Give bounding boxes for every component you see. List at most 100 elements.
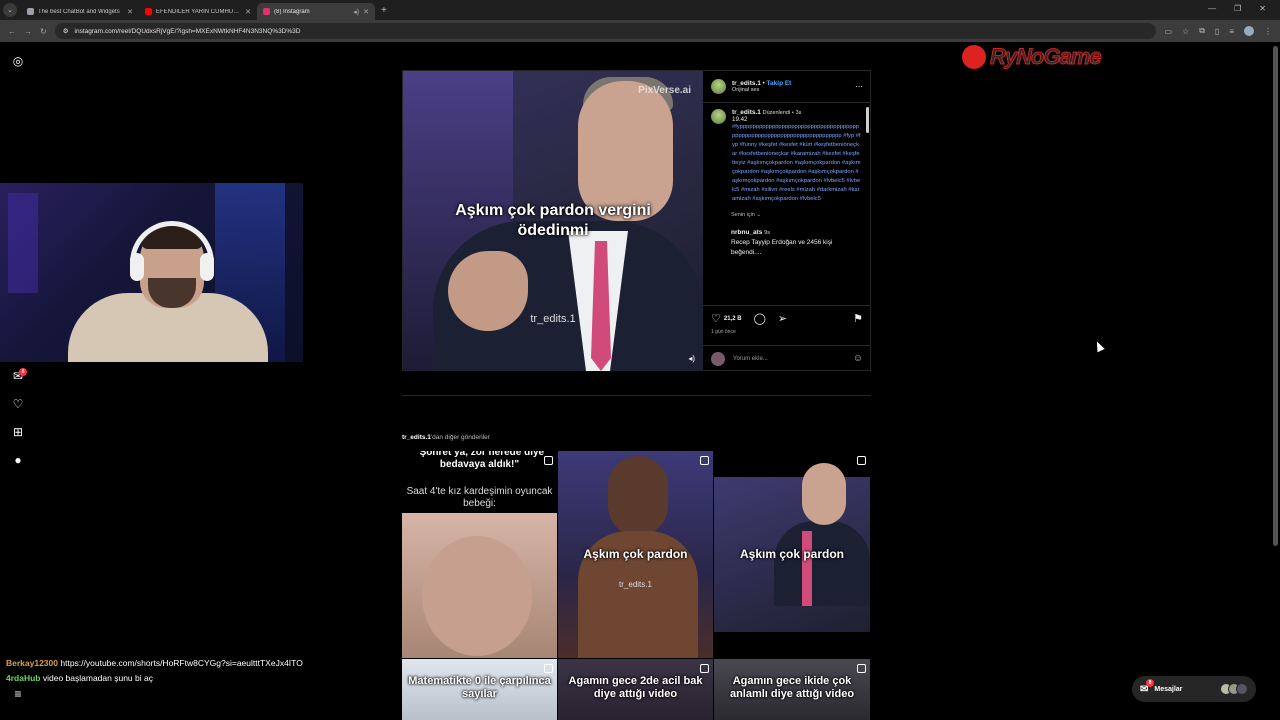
chat-username: 4rdaHub [6,673,41,683]
reel-icon [700,456,709,465]
pixverse-watermark: PixVerse.ai [638,85,691,96]
chat-username: Berkay12300 [6,658,58,668]
caption-hashtags[interactable]: #fyppppppppppppppppppppppppppppppppppppp… [732,123,861,204]
comment-input[interactable]: Yorum ekle... [733,356,768,362]
reel-video[interactable]: PixVerse.ai Aşkım çok pardon vergini öde… [403,71,703,371]
forward-icon[interactable]: → [24,27,32,36]
more-options-icon[interactable]: ⋯ [855,82,863,91]
comment-icon[interactable]: ◯ [754,312,766,325]
create-icon[interactable]: ⊞ [11,425,25,439]
save-bookmark-icon[interactable]: ⚑ [853,312,863,325]
more-posts-heading: tr_edits.1'dan diğer gönderiler [402,434,490,441]
tab-favicon [27,8,34,15]
comment-username[interactable]: nrbnu_ats [731,229,762,236]
new-tab-button[interactable]: + [381,5,387,16]
messages-button[interactable]: ✉ 8 Mesajlar [1132,676,1256,702]
bookmark-star-icon[interactable]: ☆ [1182,27,1189,36]
grid-tile[interactable]: Agamın gece ikide çok anlamlı diye attığ… [714,659,870,720]
stream-chat: Berkay12300 https://youtube.com/shorts/H… [6,656,303,686]
author-avatar[interactable] [711,109,726,124]
tab-favicon [145,8,152,15]
reel-icon [857,456,866,465]
caption-username[interactable]: tr_edits.1 [732,109,761,116]
comment-input-row: Yorum ekle... ☺ [703,345,871,371]
comments-scrollbar[interactable] [866,107,869,133]
browser-tab-bar: ⌄ The best ChatBot and Widgets ✕ EFENDİL… [0,0,1280,20]
tab-search-button[interactable]: ⌄ [3,3,17,17]
grid-tile[interactable]: Aşkım çok pardon tr_edits.1 [558,451,713,658]
mouse-cursor-icon [1093,339,1105,353]
reload-icon[interactable]: ↻ [40,27,47,36]
grid-tile[interactable]: Matematikte 0 ile çarpılınca sayılar [402,659,557,720]
tab-favicon [263,8,270,15]
tile-watermark: tr_edits.1 [619,580,652,589]
webcam-overlay [0,183,303,362]
tile-text: Saat 4'te kız kardeşimin oyuncak bebeği: [406,486,553,509]
comment-text: Recep Tayyip Erdoğan ve 2456 kişi beğend… [731,239,833,256]
browser-tab-1[interactable]: The best ChatBot and Widgets ✕ [21,3,139,20]
author-username[interactable]: tr_edits.1 [732,80,761,87]
chat-message: 4rdaHub video başlamadan şunu bi aç [6,671,303,686]
tile-caption: Matematikte 0 ile çarpılınca sayılar [408,675,551,700]
instagram-logo-icon[interactable]: ◎ [11,54,25,68]
tab-close-icon[interactable]: ✕ [363,8,369,16]
sidebar-icon[interactable]: ▯ [1215,27,1219,36]
share-icon[interactable]: ➢ [778,312,787,325]
page-scrollbar[interactable] [1273,46,1278,546]
address-bar: ← → ↻ ⚙ instagram.com/reel/DQUdxsRjVgE/?… [0,20,1280,42]
site-info-icon[interactable]: ⚙ [63,27,69,35]
edited-time: 3s [795,110,802,116]
grid-tile[interactable]: "Şöhret ya, zor nerede diye bedavaya ald… [402,451,557,658]
comment-time: 9s [764,230,771,236]
tile-caption: Aşkım çok pardon [739,547,845,561]
post-header: tr_edits.1 • Takip Et Orijinal ses ⋯ [703,71,871,103]
follow-button[interactable]: Takip Et [767,80,792,87]
webcam-background-light [8,193,38,293]
heart-icon[interactable]: ♡ [11,397,25,411]
cast-icon[interactable]: ▭ [1164,27,1172,36]
messages-badge: 8 [1146,678,1154,687]
comment-sort[interactable]: Senin için ⌄ [711,212,861,218]
like-count: 21,2 B [723,315,742,322]
tile-caption: Aşkım çok pardon [583,547,688,561]
tab-title: EFENDİLER YARIN CUMHURİYE [156,8,242,15]
grid-tile[interactable]: Aşkım çok pardon [714,451,870,658]
back-icon[interactable]: ← [8,27,16,36]
audio-label[interactable]: Orijinal ses [732,87,791,93]
section-divider [402,395,871,396]
header-separator: • [762,80,765,87]
messages-label: Mesajlar [1154,685,1183,693]
close-window-icon[interactable]: ✕ [1259,4,1266,13]
tab-close-icon[interactable]: ✕ [245,8,251,16]
tab-close-icon[interactable]: ✕ [127,8,133,16]
logo-text: RyNoGame [990,44,1103,70]
chat-text: https://youtube.com/shorts/HoRFtw8CYGg?s… [60,658,303,668]
message-avatars [1220,683,1248,695]
minimize-icon[interactable]: — [1208,4,1216,13]
emoji-icon[interactable]: ☺ [853,353,863,364]
comments-panel: tr_edits.1 Düzenlendi • 3s 19.42 #fypppp… [703,105,867,301]
browser-menu-icon[interactable]: ⋮ [1264,27,1272,36]
like-heart-icon[interactable]: ♡ [711,312,721,325]
reading-icon[interactable]: ≡ [1229,27,1234,36]
tile-top-text: "Şöhret ya, zor nerede diye bedavaya ald… [414,451,545,470]
reel-icon [700,664,709,673]
tab-audio-icon[interactable]: ◂) [353,8,359,16]
grid-tile[interactable]: Agamın gece 2de acil bak diye attığı vid… [558,659,713,720]
audio-icon[interactable]: ◂) [688,354,695,363]
tab-title: (8) Instagram [274,8,310,15]
extensions-icon[interactable]: ⧉ [1199,26,1205,36]
url-field[interactable]: ⚙ instagram.com/reel/DQUdxsRjVgE/?igsh=M… [54,23,1157,39]
instagram-left-nav: ◎ ✉ 8 ♡ ⊞ ● ≡ @ [0,46,38,720]
profile-avatar[interactable] [1244,26,1254,36]
caption-number: 19.42 [732,116,748,123]
browser-tab-2[interactable]: EFENDİLER YARIN CUMHURİYE ✕ [139,3,257,20]
video-caption: Aşkım çok pardon vergini ödedinmi [455,202,651,239]
more-posts-username[interactable]: tr_edits.1 [402,434,431,441]
profile-icon[interactable]: ● [11,453,25,467]
viewer-avatar [711,351,725,366]
browser-tab-3[interactable]: (8) Instagram ◂) ✕ [257,3,375,20]
author-avatar[interactable] [711,79,726,94]
restore-icon[interactable]: ❐ [1234,4,1241,13]
post-time: 1 gün önce [711,329,736,335]
